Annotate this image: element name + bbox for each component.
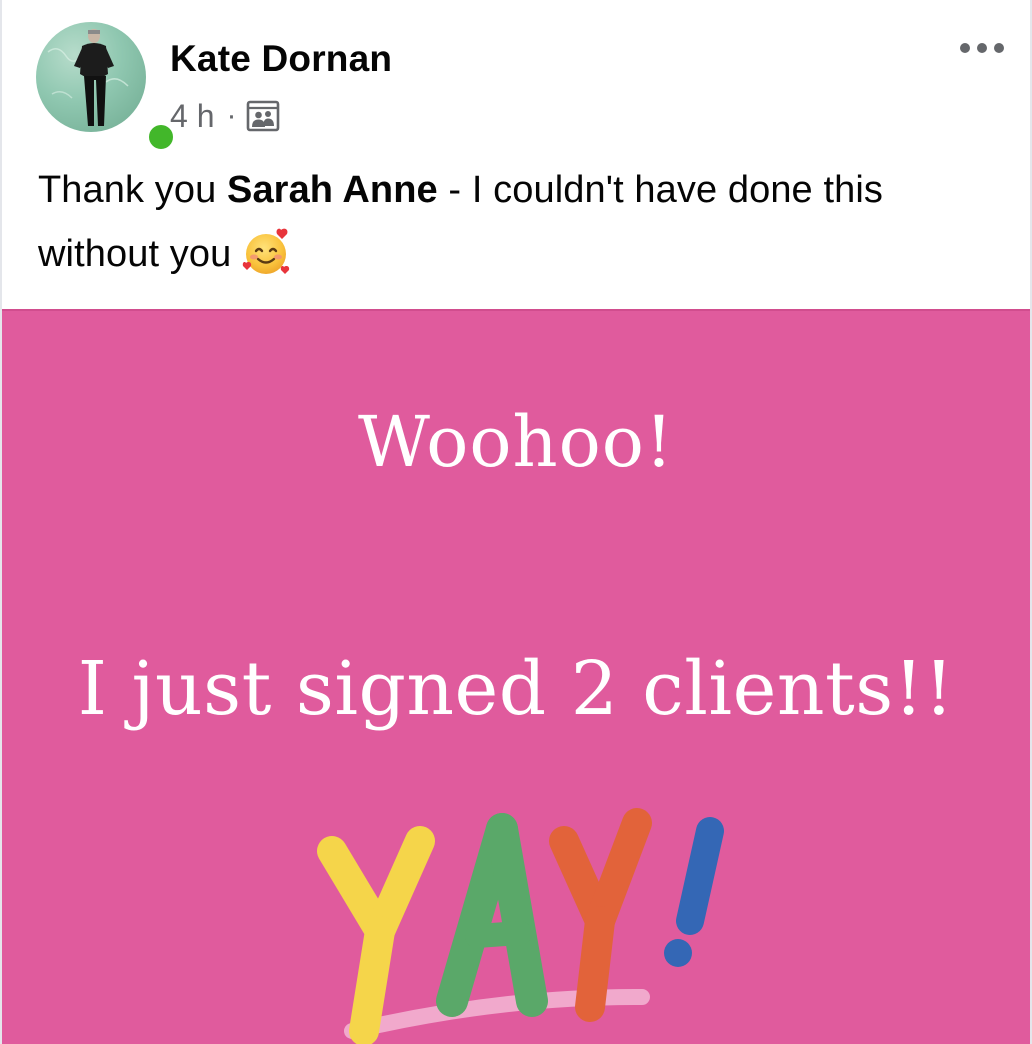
- feed-post: Kate Dornan 4 h · Thank you Sarah Anne -…: [0, 0, 1032, 1044]
- more-options-icon: [960, 43, 1004, 53]
- meta-separator: ·: [226, 99, 237, 132]
- post-message: Thank you Sarah Anne - I couldn't have d…: [38, 158, 998, 286]
- yay-lettering-art: [317, 808, 724, 1044]
- author-name[interactable]: Kate Dornan: [170, 38, 392, 80]
- post-text-before: Thank you: [38, 169, 227, 211]
- avatar[interactable]: [36, 22, 178, 154]
- more-options-button[interactable]: [952, 30, 1012, 66]
- mentioned-user[interactable]: Sarah Anne: [227, 169, 438, 211]
- post-header: Kate Dornan 4 h ·: [2, 0, 1030, 154]
- post-meta: 4 h ·: [170, 96, 280, 136]
- image-headline: Woohoo!: [358, 401, 674, 483]
- profile-photo-figure-icon: [47, 29, 129, 126]
- image-message: I just signed 2 clients!!: [77, 646, 955, 732]
- profile-photo: [36, 22, 146, 132]
- post-image[interactable]: Woohoo! I just signed 2 clients!!: [2, 309, 1030, 1044]
- group-audience-icon[interactable]: [246, 99, 280, 133]
- smiling-face-with-hearts-icon: [243, 228, 290, 274]
- post-timestamp[interactable]: 4 h: [170, 98, 214, 135]
